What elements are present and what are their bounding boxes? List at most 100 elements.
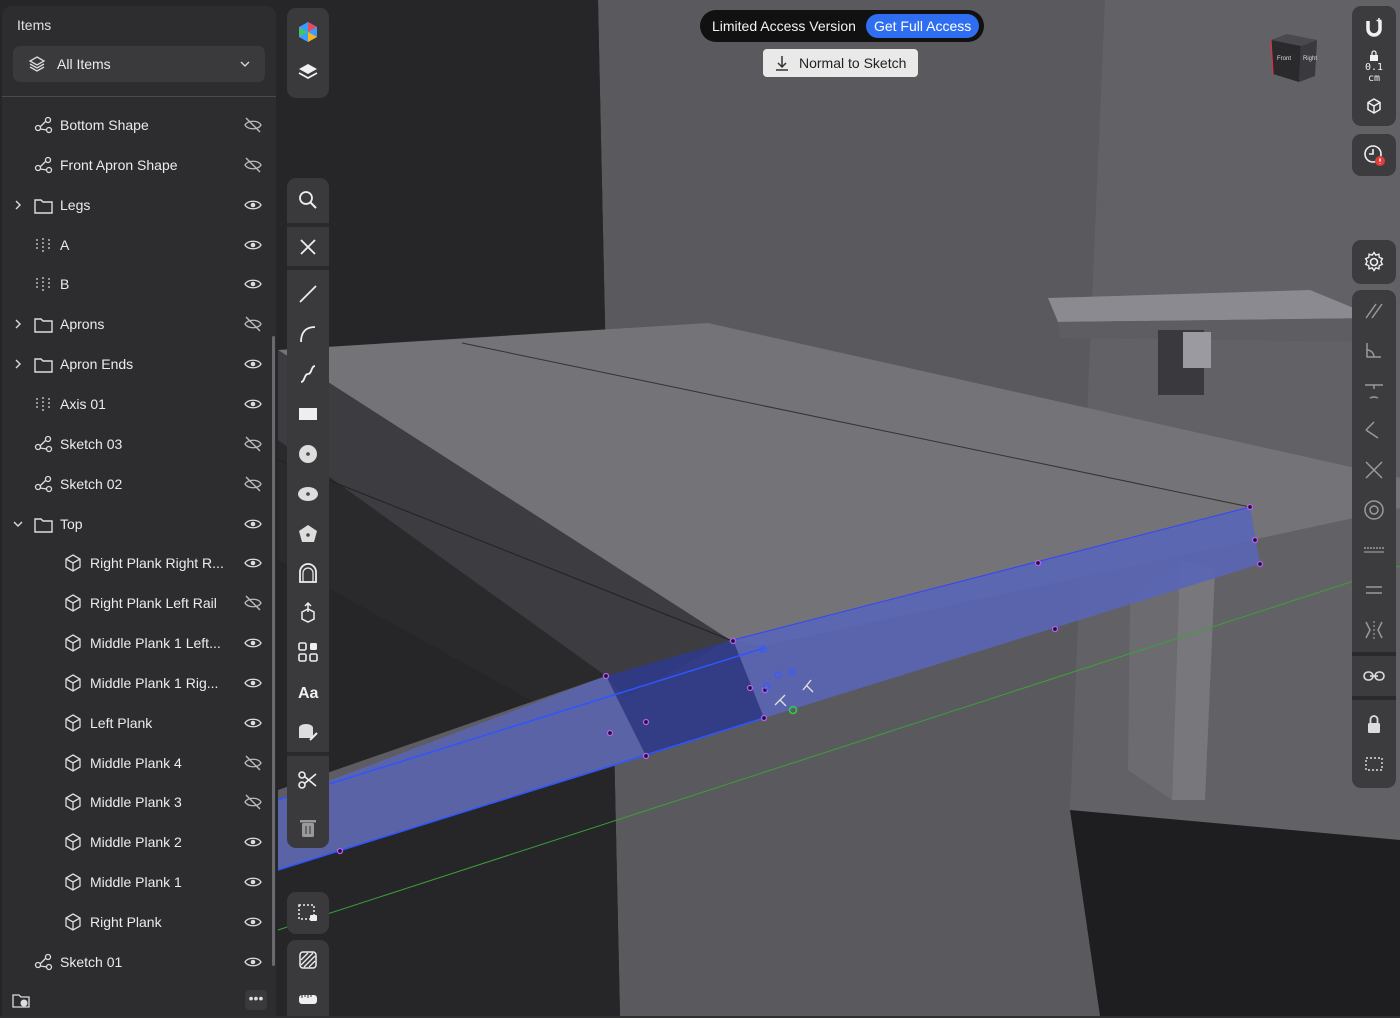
spline-tool-button[interactable] (287, 354, 329, 394)
snap-magnet-button[interactable] (1352, 8, 1396, 48)
chevron-down-icon[interactable] (12, 518, 24, 530)
intersect-constraint-button[interactable] (1352, 450, 1396, 490)
tree-item[interactable]: Bottom Shape (2, 107, 270, 143)
orientation-button[interactable] (1352, 86, 1396, 126)
eye-off-icon[interactable] (242, 155, 264, 175)
tree-item[interactable]: Right Plank Right R... (2, 545, 270, 581)
trim-icon (298, 771, 317, 789)
eye-icon[interactable] (242, 872, 264, 892)
tree-item[interactable]: Right Plank (2, 904, 270, 940)
trim-tool-button[interactable] (287, 760, 329, 800)
tree-item[interactable]: Left Plank (2, 705, 270, 741)
lock-constraint-button[interactable] (1352, 704, 1396, 744)
tangent-constraint-button[interactable] (1352, 370, 1396, 410)
eye-off-icon[interactable] (242, 434, 264, 454)
line-tool-button[interactable] (287, 274, 329, 314)
panel-title: Items (17, 17, 52, 33)
text-tool-button[interactable]: Aa (287, 672, 329, 712)
tree-item[interactable]: Sketch 01 (2, 944, 270, 980)
search-tool-button[interactable] (287, 180, 329, 220)
arc-tool-button[interactable] (287, 314, 329, 354)
tree-item[interactable]: Middle Plank 1 Rig... (2, 665, 270, 701)
coincident-icon (1365, 421, 1379, 439)
scrollbar[interactable] (272, 336, 275, 966)
eye-icon[interactable] (242, 354, 264, 374)
tree-item[interactable]: Middle Plank 1 Left... (2, 625, 270, 661)
eye-off-icon[interactable] (242, 474, 264, 494)
concentric-constraint-button[interactable] (1352, 490, 1396, 530)
color-palette-button[interactable] (287, 12, 329, 52)
tree-item[interactable]: Right Plank Left Rail (2, 585, 270, 621)
polygon-tool-button[interactable] (287, 514, 329, 554)
tree-item[interactable]: Legs (2, 187, 270, 223)
equal-constraint-button[interactable] (1352, 570, 1396, 610)
eye-icon[interactable] (242, 633, 264, 653)
circle-tool-button[interactable] (287, 434, 329, 474)
hatch-button[interactable] (287, 940, 329, 980)
tree-item[interactable]: Sketch 03 (2, 426, 270, 462)
eye-off-icon[interactable] (242, 792, 264, 812)
tree-item[interactable]: Apron Ends (2, 346, 270, 382)
tree-item[interactable]: Aprons (2, 306, 270, 342)
stamp-tool-button[interactable] (287, 712, 329, 752)
symmetric-constraint-button[interactable] (1352, 610, 1396, 650)
get-full-access-button[interactable]: Get Full Access (865, 14, 980, 38)
eye-icon[interactable] (242, 394, 264, 414)
chevron-right-icon[interactable] (12, 358, 24, 370)
tree-item[interactable]: Front Apron Shape (2, 147, 270, 183)
rectangle-tool-button[interactable] (287, 394, 329, 434)
cube-axis-icon (1367, 98, 1381, 114)
tree-item[interactable]: Middle Plank 1 (2, 864, 270, 900)
horizontal-constraint-button[interactable] (1352, 530, 1396, 570)
offset-tool-button[interactable] (287, 554, 329, 594)
transform-tool-button[interactable] (287, 592, 329, 632)
tree-item[interactable]: A (2, 227, 270, 263)
eye-icon[interactable] (242, 553, 264, 573)
eye-icon[interactable] (242, 235, 264, 255)
bounding-box-constraint-button[interactable] (1352, 744, 1396, 784)
select-lock-button[interactable] (287, 893, 329, 933)
pattern-tool-button[interactable] (287, 632, 329, 672)
eye-icon[interactable] (242, 195, 264, 215)
chevron-right-icon[interactable] (12, 199, 24, 211)
parallel-constraint-button[interactable] (1352, 290, 1396, 330)
tree-item[interactable]: Middle Plank 2 (2, 824, 270, 860)
eye-icon[interactable] (242, 274, 264, 294)
tree-item[interactable]: Sketch 02 (2, 466, 270, 502)
eye-icon[interactable] (242, 713, 264, 733)
tree-item[interactable]: B (2, 266, 270, 302)
tree-item[interactable]: Top (2, 506, 270, 542)
sketch-icon (34, 475, 53, 492)
tree-item[interactable]: Middle Plank 4 (2, 745, 270, 781)
items-filter-dropdown[interactable]: All Items (13, 46, 265, 82)
perpendicular-constraint-button[interactable] (1352, 330, 1396, 370)
link-constraint-button[interactable] (1352, 656, 1396, 696)
arrow-down-to-plane-icon (776, 56, 788, 71)
eye-icon[interactable] (242, 514, 264, 534)
coincident-constraint-button[interactable] (1352, 410, 1396, 450)
layers-button[interactable] (287, 52, 329, 92)
history-button[interactable] (1352, 135, 1396, 175)
tree-item[interactable]: Axis 01 (2, 386, 270, 422)
eye-icon[interactable] (242, 912, 264, 932)
eye-icon[interactable] (242, 952, 264, 972)
chevron-right-icon[interactable] (12, 318, 24, 330)
eye-icon[interactable] (242, 673, 264, 693)
eye-off-icon[interactable] (242, 753, 264, 773)
tree-item[interactable]: Middle Plank 3 (2, 784, 270, 820)
eye-off-icon[interactable] (242, 314, 264, 334)
eye-icon[interactable] (242, 832, 264, 852)
tree-item-label: Right Plank (90, 914, 162, 930)
eye-off-icon[interactable] (242, 115, 264, 135)
measure-button[interactable] (287, 978, 329, 1018)
eye-off-icon[interactable] (242, 593, 264, 613)
new-folder-icon[interactable] (11, 990, 31, 1010)
view-cube[interactable]: Front Right (1265, 30, 1321, 90)
normal-to-sketch-button[interactable]: Normal to Sketch (763, 49, 918, 77)
settings-button[interactable] (1352, 242, 1396, 282)
ellipse-tool-button[interactable] (287, 474, 329, 514)
close-tool-button[interactable] (287, 227, 329, 267)
delete-tool-button[interactable] (287, 808, 329, 848)
more-options-button[interactable]: ••• (245, 990, 267, 1010)
circle-icon (299, 445, 317, 463)
